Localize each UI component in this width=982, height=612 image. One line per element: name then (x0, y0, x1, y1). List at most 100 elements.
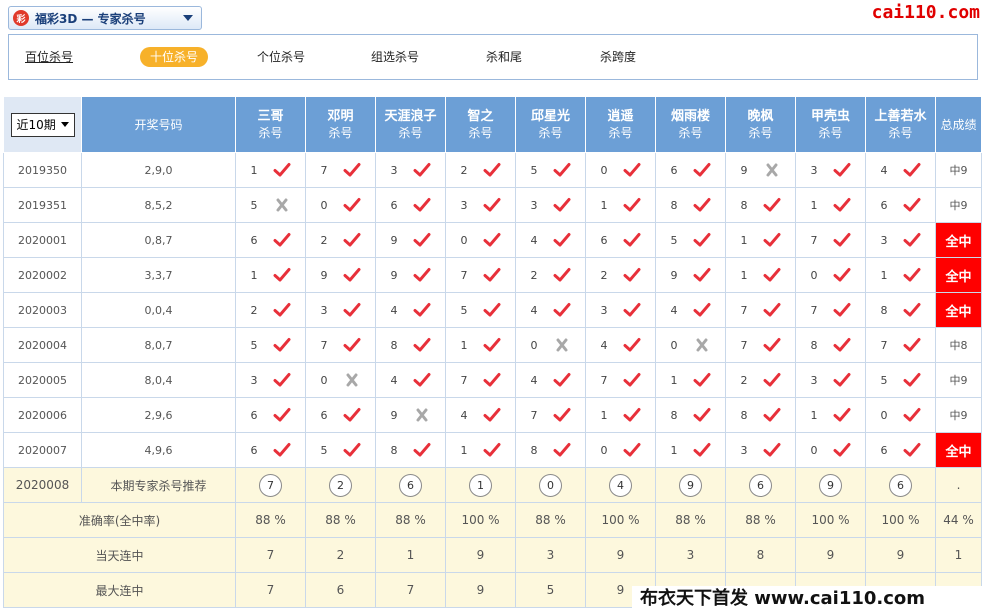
check-icon (693, 233, 710, 247)
kill-number: 7 (460, 268, 468, 282)
tab-sum-tail-kill[interactable]: 杀和尾 (476, 47, 532, 67)
accuracy-label: 准确率(全中率) (3, 502, 236, 538)
stat-cell: 9 (445, 537, 516, 573)
check-icon (553, 373, 570, 387)
kill-number: 7 (530, 408, 538, 422)
kill-cell: 6 (235, 222, 306, 258)
check-icon (273, 373, 290, 387)
expert-header-7: 晚枫 杀号 (725, 96, 796, 153)
recommend-number: 6 (749, 473, 772, 497)
check-icon (693, 443, 710, 457)
kill-number: 6 (670, 163, 678, 177)
kill-number: 1 (670, 373, 678, 387)
check-icon (623, 198, 640, 212)
kill-cell: 1 (655, 432, 726, 468)
kill-number: 0 (670, 338, 678, 352)
kill-cell: 8 (515, 432, 586, 468)
draw-cell: 0,0,4 (81, 292, 236, 328)
kill-number: 1 (250, 163, 258, 177)
kill-number: 6 (250, 408, 258, 422)
kill-number: 3 (740, 443, 748, 457)
kill-number: 7 (880, 338, 888, 352)
check-icon (623, 373, 640, 387)
tab-units-kill[interactable]: 个位杀号 (247, 47, 315, 67)
cross-icon (416, 408, 427, 422)
total-cell: 中8 (935, 327, 982, 363)
expert-sub: 杀号 (678, 125, 703, 140)
tab-hundreds-kill[interactable]: 百位杀号 (19, 47, 79, 67)
recommend-number: 1 (469, 473, 492, 497)
table-row: 2020004 8,0,7 5 7 8 1 0 4 0 7 8 7 中8 (3, 327, 982, 363)
check-icon (693, 198, 710, 212)
expert-header-5: 逍遥 杀号 (585, 96, 656, 153)
recommend-label: 本期专家杀号推荐 (81, 467, 236, 503)
expert-header-8: 甲壳虫 杀号 (795, 96, 866, 153)
kill-number: 7 (320, 338, 328, 352)
expert-name: 三哥 (257, 108, 284, 124)
kill-cell: 7 (865, 327, 936, 363)
stat-cell: 9 (445, 572, 516, 608)
kill-number: 4 (530, 303, 538, 317)
tab-group-kill[interactable]: 组选杀号 (361, 47, 429, 67)
kill-number: 8 (740, 408, 748, 422)
expert-header-3: 智之 杀号 (445, 96, 516, 153)
period-select[interactable]: 近10期 (10, 112, 75, 137)
check-icon (763, 198, 780, 212)
check-icon (693, 373, 710, 387)
draw-header: 开奖号码 (81, 96, 236, 153)
kill-number: 1 (460, 443, 468, 457)
kill-cell: 9 (375, 257, 446, 293)
kill-number: 1 (250, 268, 258, 282)
stat-cell: 100 % (865, 502, 936, 538)
expert-sub: 杀号 (258, 125, 283, 140)
tab-tens-kill[interactable]: 十位杀号 (140, 47, 209, 67)
kill-number: 1 (810, 198, 818, 212)
check-icon (623, 443, 640, 457)
kill-number: 6 (250, 233, 258, 247)
recommend-cell: 4 (585, 467, 656, 503)
draw-cell: 2,9,6 (81, 397, 236, 433)
expert-header-1: 邓明 杀号 (305, 96, 376, 153)
recommend-number: 4 (609, 473, 632, 497)
expert-kill-table: 近10期 开奖号码 三哥 杀号 邓明 杀号 天涯浪子 杀号 智之 杀号 邱星光 杀号 逍遥 杀号 烟雨楼… (3, 96, 982, 608)
check-icon (483, 198, 500, 212)
check-icon (903, 373, 920, 387)
recommend-number: 9 (679, 473, 702, 497)
kill-number: 4 (670, 303, 678, 317)
kill-cell: 4 (515, 362, 586, 398)
total-cell: 全中 (935, 222, 982, 258)
check-icon (343, 443, 360, 457)
total-header: 总成绩 (935, 96, 982, 153)
stat-cell: 9 (585, 537, 656, 573)
check-icon (413, 373, 430, 387)
recommend-cell: 7 (235, 467, 306, 503)
kill-cell: 2 (305, 222, 376, 258)
kill-number: 4 (460, 408, 468, 422)
brand-logo[interactable]: cai110.com (872, 2, 980, 23)
kill-cell: 7 (305, 152, 376, 188)
kill-cell: 8 (655, 187, 726, 223)
tab-span-kill[interactable]: 杀跨度 (590, 47, 646, 67)
kill-number: 8 (390, 338, 398, 352)
expert-name: 邱星光 (530, 108, 570, 124)
kill-cell: 8 (655, 397, 726, 433)
tab-bar: 百位杀号 十位杀号 个位杀号 组选杀号 杀和尾 杀跨度 (8, 34, 978, 80)
check-icon (273, 303, 290, 317)
total-cell: 全中 (935, 257, 982, 293)
kill-number: 0 (460, 233, 468, 247)
kill-number: 4 (530, 233, 538, 247)
kill-cell: 5 (235, 327, 306, 363)
issue-cell: 2020006 (3, 397, 82, 433)
kill-cell: 0 (865, 397, 936, 433)
stat-cell: 6 (305, 572, 376, 608)
kill-number: 3 (600, 303, 608, 317)
kill-number: 9 (670, 268, 678, 282)
lottery-select[interactable]: 彩 福彩3D — 专家杀号 (8, 6, 202, 30)
expert-name: 晚枫 (747, 108, 774, 124)
kill-cell: 7 (725, 292, 796, 328)
expert-name: 天涯浪子 (384, 108, 437, 124)
check-icon (833, 268, 850, 282)
kill-cell: 5 (515, 152, 586, 188)
kill-number: 8 (810, 338, 818, 352)
kill-number: 1 (740, 268, 748, 282)
